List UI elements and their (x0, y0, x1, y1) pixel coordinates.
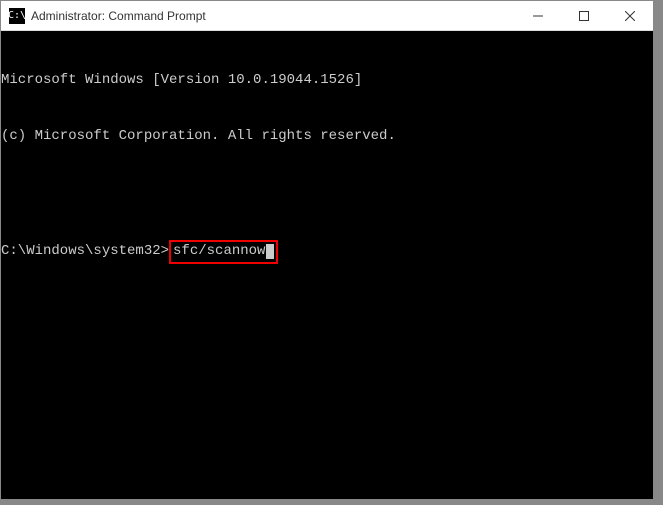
maximize-button[interactable] (561, 1, 607, 30)
version-line: Microsoft Windows [Version 10.0.19044.15… (1, 71, 653, 90)
minimize-button[interactable] (515, 1, 561, 30)
window-title: Administrator: Command Prompt (31, 9, 515, 23)
cmd-icon: C:\ (9, 8, 25, 24)
close-icon (625, 11, 635, 21)
maximize-icon (579, 11, 589, 21)
text-cursor (266, 244, 274, 259)
minimize-icon (533, 11, 543, 21)
command-text: sfc/scannow (173, 243, 265, 259)
titlebar[interactable]: C:\ Administrator: Command Prompt (1, 1, 653, 31)
prompt-path: C:\Windows\system32> (1, 242, 169, 261)
prompt-line: C:\Windows\system32>sfc/scannow (1, 240, 653, 264)
copyright-line: (c) Microsoft Corporation. All rights re… (1, 127, 653, 146)
command-prompt-window: C:\ Administrator: Command Prompt Micros… (0, 0, 654, 500)
window-controls (515, 1, 653, 30)
terminal-area[interactable]: Microsoft Windows [Version 10.0.19044.15… (1, 31, 653, 499)
blank-line (1, 184, 653, 202)
command-highlight: sfc/scannow (169, 240, 278, 264)
close-button[interactable] (607, 1, 653, 30)
